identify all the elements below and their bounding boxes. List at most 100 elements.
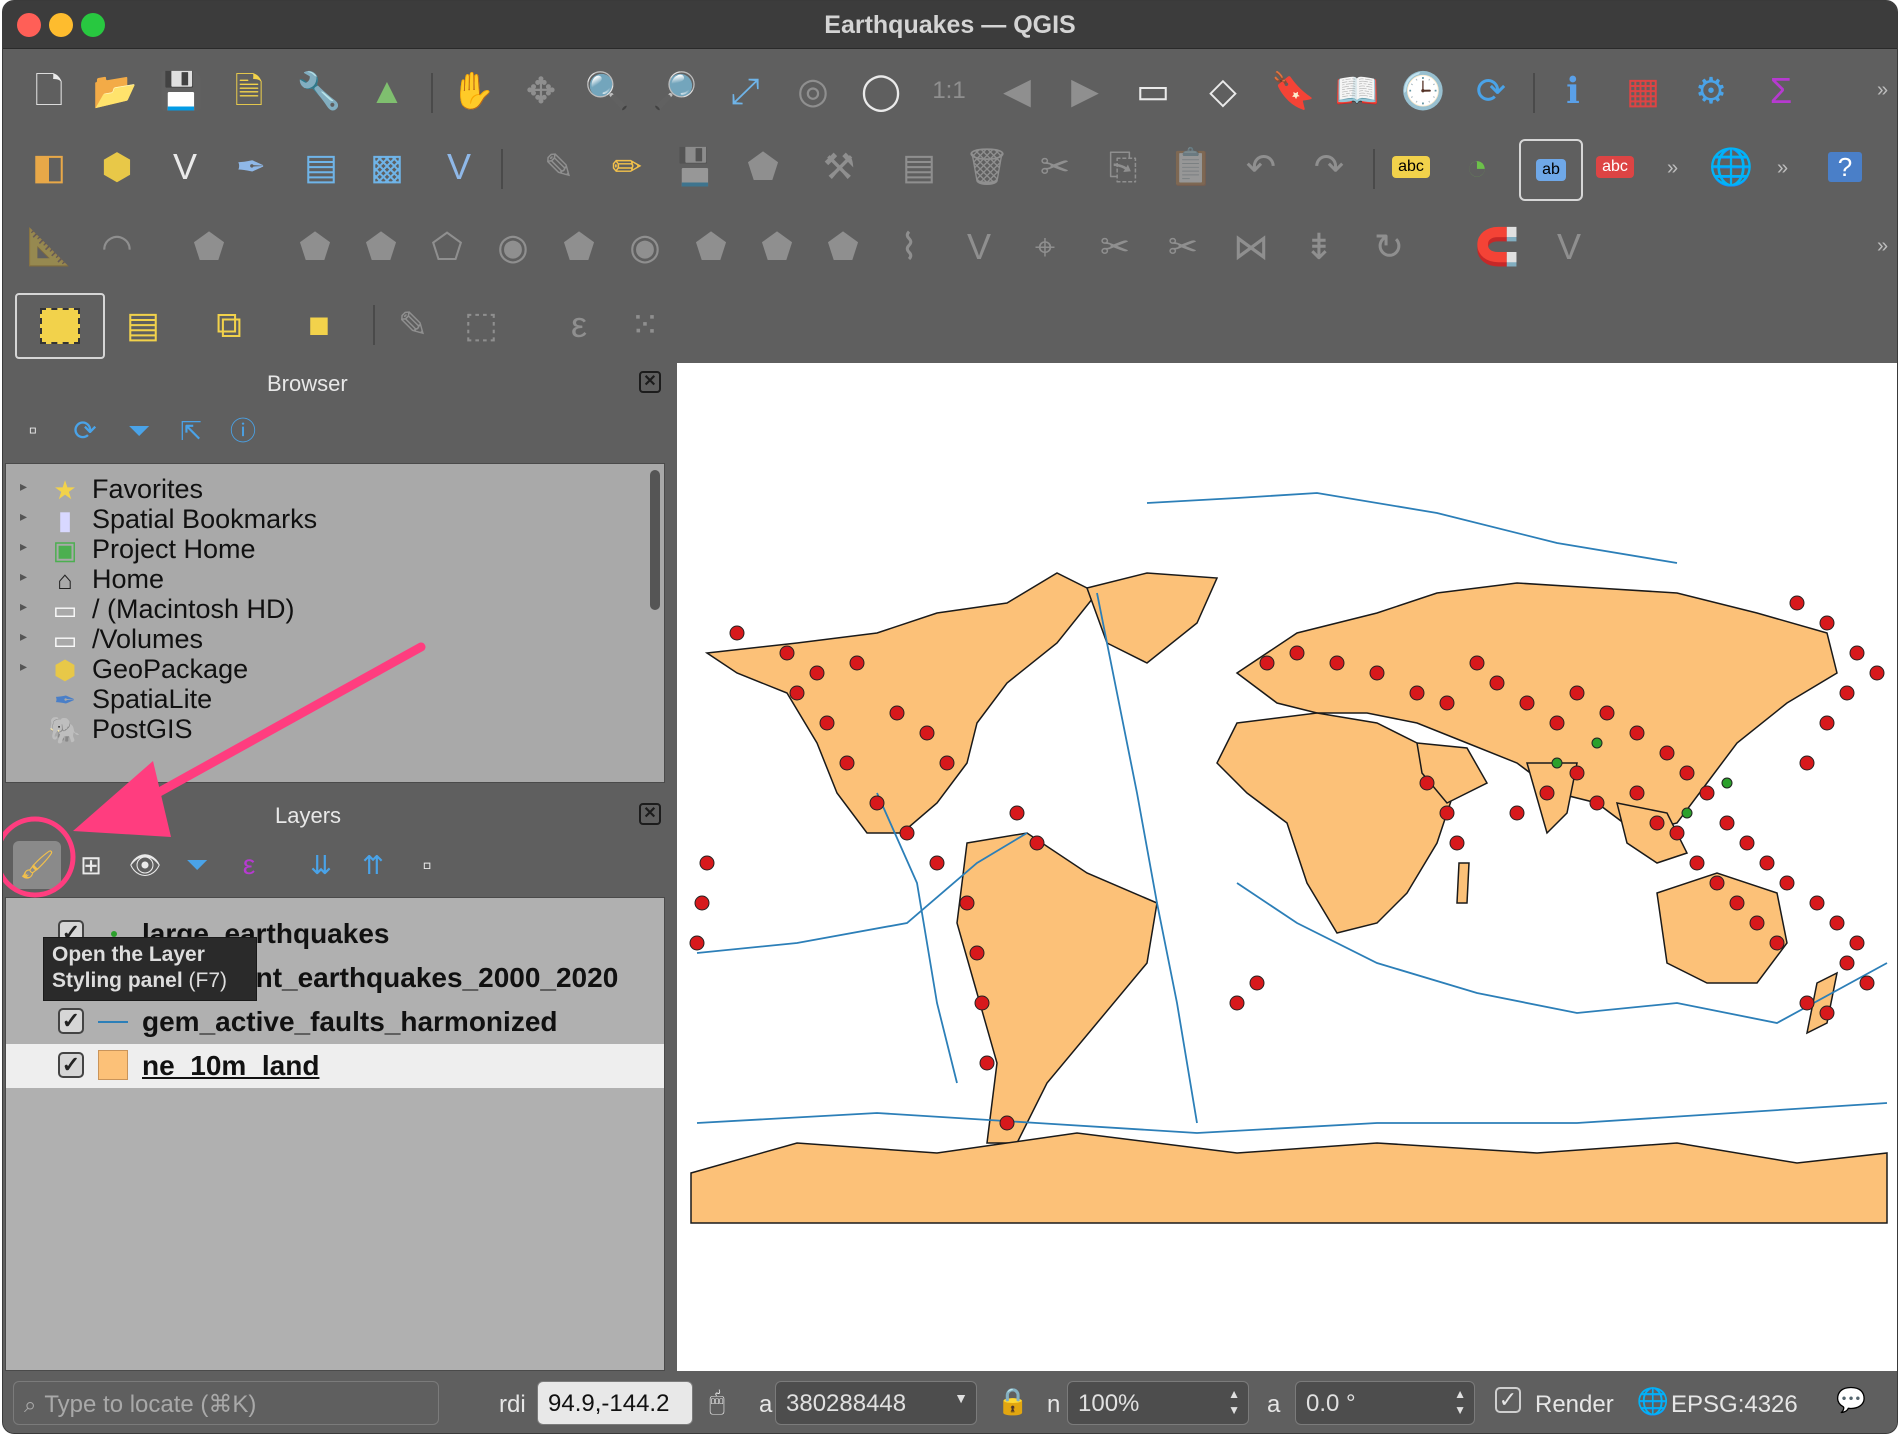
trim-extend-icon[interactable]: ⌖ (1019, 221, 1071, 273)
expand-arrow-icon[interactable]: ▸ (20, 628, 27, 645)
merge-attributes-icon[interactable]: ⇟ (1293, 221, 1345, 273)
layer-row[interactable]: ✓ ne_10m_land (6, 1044, 664, 1088)
add-part-icon[interactable]: ⬟ (553, 221, 605, 273)
snapping-vertex-icon[interactable]: V (1543, 221, 1595, 273)
new-virtual-layer-icon[interactable]: ▩ (361, 141, 413, 193)
expand-arrow-icon[interactable]: ▸ (20, 568, 27, 585)
refresh-icon[interactable]: ⟳ (1465, 65, 1517, 117)
layer-row[interactable]: ✓ gem_active_faults_harmonized (6, 1000, 664, 1044)
zoom-full-icon[interactable]: ⤢ (719, 65, 771, 117)
expand-arrow-icon[interactable]: ▸ (20, 508, 27, 525)
web-services-icon[interactable]: 🌐 (1705, 141, 1757, 193)
browser-tree[interactable]: ▸ ★ Favorites ▸ ▮ Spatial Bookmarks ▸ ▣ Project … (5, 463, 665, 783)
copy-features-icon[interactable]: ⎘ (1097, 141, 1149, 193)
rotation-field[interactable]: 0.0 ° ▲ ▼ (1295, 1381, 1475, 1425)
zoom-last-icon[interactable]: ◀ (991, 65, 1043, 117)
help-icon[interactable]: ? (1819, 141, 1871, 193)
toggle-extents-icon[interactable]: 🖱 (695, 1379, 739, 1423)
deselect-features-icon[interactable]: ⧉ (203, 299, 255, 351)
crs-label[interactable]: EPSG:4326 (1671, 1391, 1798, 1419)
remove-layer-icon[interactable]: ▫ (403, 841, 451, 889)
select-by-attributes-icon[interactable]: ▤ (117, 299, 169, 351)
toolbar-overflow-icon[interactable]: » (1667, 157, 1678, 180)
delete-part-icon[interactable]: ⬟ (751, 221, 803, 273)
simplify-feature-icon[interactable]: ⬠ (421, 221, 473, 273)
new-print-layout-icon[interactable]: 🗎 (223, 65, 275, 117)
lock-scale-icon[interactable]: 🔒 (991, 1379, 1035, 1423)
layout-manager-icon[interactable]: 🔧 (293, 65, 345, 117)
rotate-point-symbols-icon[interactable]: ↻ (1363, 221, 1415, 273)
add-ring-icon[interactable]: ◉ (487, 221, 539, 273)
reverse-line-icon[interactable]: V (953, 221, 1005, 273)
toolbar-overflow-icon[interactable]: » (1877, 79, 1888, 102)
browser-properties-icon[interactable]: ⓘ (223, 411, 263, 451)
zoom-in-icon[interactable]: 🔍 (581, 65, 633, 117)
redo-icon[interactable]: ↷ (1303, 141, 1355, 193)
split-parts-icon[interactable]: ✂ (1157, 221, 1209, 273)
highlight-pinned-labels-icon[interactable]: abc (1589, 141, 1641, 193)
scale-field[interactable]: 380288448 ▼ (775, 1381, 977, 1425)
pan-map-icon[interactable]: ✋ (447, 65, 499, 117)
toolbox-icon[interactable]: ⚙ (1685, 65, 1737, 117)
new-temporary-layer-icon[interactable]: ▤ (295, 141, 347, 193)
selection-tool-icon[interactable]: ⬚ (455, 299, 507, 351)
new-project-icon[interactable]: 🗋 (23, 65, 75, 117)
radius-select-icon[interactable]: ⁙ (619, 299, 671, 351)
new-spatialite-layer-icon[interactable]: ✒ (225, 141, 277, 193)
expand-arrow-icon[interactable]: ▸ (20, 538, 27, 555)
expand-arrow-icon[interactable]: ▸ (20, 598, 27, 615)
statistical-summary-icon[interactable]: Σ (1755, 65, 1807, 117)
split-features-icon[interactable]: ✂ (1089, 221, 1141, 273)
merge-features-icon[interactable]: ⋈ (1225, 221, 1277, 273)
coordinate-field[interactable]: 94.9,-144.2 (537, 1381, 693, 1425)
save-project-icon[interactable]: 💾 (155, 65, 207, 117)
advanced-digitizing-icon[interactable]: 📐 (23, 221, 75, 273)
new-3d-map-view-icon[interactable]: ◇ (1197, 65, 1249, 117)
delete-selected-icon[interactable]: 🗑 (961, 141, 1013, 193)
current-edits-icon[interactable]: ✎ (533, 141, 585, 193)
locator-search-field[interactable]: ⌕ Type to locate (⌘K) (13, 1381, 439, 1425)
new-geopackage-layer-icon[interactable]: ⬢ (91, 141, 143, 193)
browser-filter-icon[interactable]: ⏷ (119, 411, 159, 451)
open-attribute-table-icon[interactable]: ▦ (1617, 65, 1669, 117)
zoom-out-icon[interactable]: 🔎 (649, 65, 701, 117)
new-vector-tile-icon[interactable]: V (433, 141, 485, 193)
zoom-to-layer-icon[interactable]: ◯ (855, 65, 907, 117)
expand-arrow-icon[interactable]: ▸ (20, 478, 27, 495)
new-shapefile-layer-icon[interactable]: V (159, 141, 211, 193)
layer-visibility-checkbox[interactable]: ✓ (58, 1052, 84, 1078)
select-features-icon[interactable] (15, 293, 105, 359)
browser-refresh-icon[interactable]: ⟳ (65, 411, 105, 451)
map-canvas[interactable] (677, 363, 1897, 1371)
layer-visibility-checkbox[interactable]: ✓ (58, 1008, 84, 1034)
manage-map-themes-icon[interactable]: 👁 (121, 841, 169, 889)
offset-curve-icon[interactable]: ⌇ (883, 221, 935, 273)
delete-ring-icon[interactable]: ⬟ (685, 221, 737, 273)
expression-select-icon[interactable]: ε (553, 299, 605, 351)
browser-item[interactable]: 🐘 PostGIS (6, 712, 664, 748)
render-checkbox[interactable]: ✓ (1495, 1387, 1521, 1413)
modify-attributes-icon[interactable]: ▤ (893, 141, 945, 193)
undo-icon[interactable]: ↶ (1235, 141, 1287, 193)
cut-features-icon[interactable]: ✂ (1029, 141, 1081, 193)
add-polygon-icon[interactable]: ⬟ (737, 141, 789, 193)
style-manager-icon[interactable]: ▲ (361, 65, 413, 117)
crs-globe-icon[interactable]: 🌐 (1633, 1381, 1673, 1421)
pin-unpin-labels-icon[interactable]: ab (1519, 139, 1583, 201)
close-browser-panel-icon[interactable]: ✕ (639, 371, 661, 393)
toolbar-overflow-icon[interactable]: » (1877, 235, 1888, 258)
snapping-magnet-icon[interactable]: 🧲 (1471, 221, 1523, 273)
pan-to-selection-icon[interactable]: ✥ (515, 65, 567, 117)
save-edits-icon[interactable]: 💾 (669, 141, 721, 193)
show-bookmarks-icon[interactable]: 📖 (1331, 65, 1383, 117)
zoom-native-resolution-icon[interactable]: 1:1 (923, 65, 975, 117)
data-source-manager-icon[interactable]: ◧ (23, 141, 75, 193)
field-calculator-icon[interactable]: ✎ (387, 299, 439, 351)
layer-styling-panel-icon[interactable]: 🖌 (13, 841, 61, 889)
zoom-to-selection-icon[interactable]: ◎ (787, 65, 839, 117)
new-map-view-icon[interactable]: ▭ (1127, 65, 1179, 117)
close-layers-panel-icon[interactable]: ✕ (639, 803, 661, 825)
messages-icon[interactable]: 💬 (1831, 1381, 1871, 1421)
move-feature-icon[interactable]: ⬟ (183, 221, 235, 273)
add-circular-string-icon[interactable]: ◠ (91, 221, 143, 273)
